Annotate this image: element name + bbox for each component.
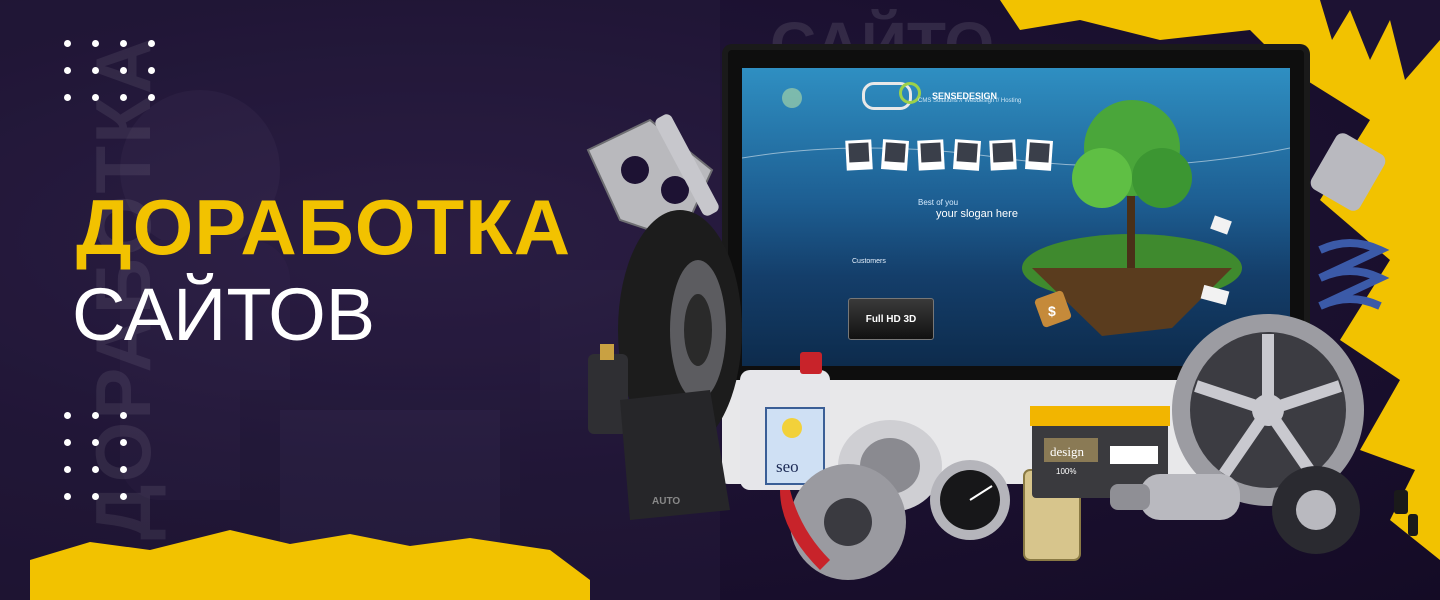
dot-grid-top <box>64 40 156 101</box>
battery-small-label: 100% <box>1056 467 1076 476</box>
oil-canister-icon: seo <box>740 352 830 490</box>
auto-parts-illustration: AUTO seo design 100% <box>586 114 1418 580</box>
battery-label: design <box>1050 444 1084 459</box>
canister-label: seo <box>776 457 799 476</box>
car-keys-icon <box>1394 490 1418 536</box>
wheel-hub-icon <box>1272 466 1360 554</box>
banner-subtitle: САЙТОВ <box>72 273 376 356</box>
mudflap-text: AUTO <box>652 496 680 507</box>
banner-title: ДОРАБОТКА <box>76 183 572 271</box>
tachometer-icon <box>930 460 1010 540</box>
coil-spring-icon <box>1318 239 1390 310</box>
dot-grid-bottom <box>64 412 128 500</box>
promo-banner: ДОРАБОТКА САЙТО ДОРАБОТКА САЙТОВ <box>0 0 1440 600</box>
yellow-brush-splash-bottom <box>30 530 590 600</box>
piston-icon <box>1310 133 1386 211</box>
